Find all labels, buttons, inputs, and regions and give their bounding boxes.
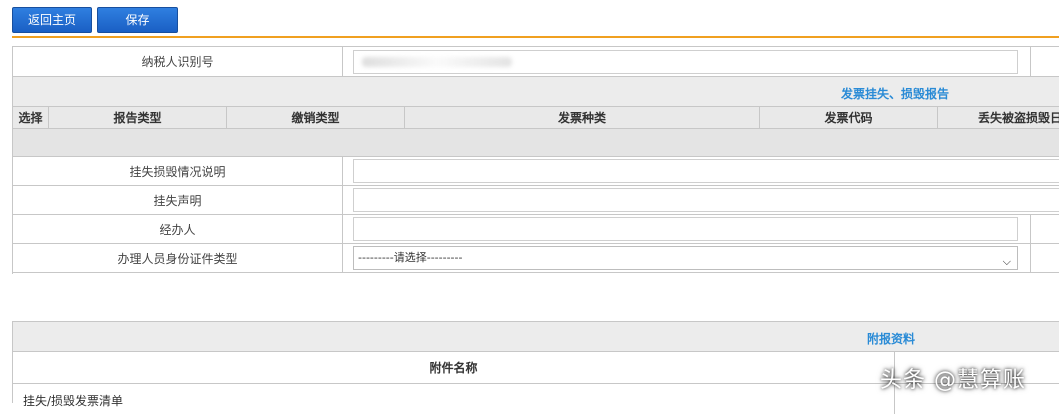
handler-label: 经办人 [13,215,343,243]
back-home-button[interactable]: 返回主页 [12,7,92,33]
situation-label: 挂失损毁情况说明 [13,157,343,185]
col-invoice-code: 发票代码 [760,107,938,128]
handler-row: 经办人 [13,215,1059,244]
attachments-title: 附报资料 [867,332,916,346]
chevron-down-icon: ⌵ [1002,255,1011,268]
save-button[interactable]: 保存 [97,7,178,33]
id-type-label: 办理人员身份证件类型 [13,244,343,272]
taxpayer-id-label: 纳税人识别号 [13,47,343,76]
col-select: 选择 [13,107,49,128]
handler-input[interactable] [353,217,1018,241]
id-type-row: 办理人员身份证件类型 ---------请选择--------- ⌵ [13,244,1059,273]
report-form: 纳税人识别号 发票挂失、损毁报告 选择 报告类型 缴销类型 发票种类 发票代码 … [12,46,1059,274]
id-type-selected-value: ---------请选择--------- [358,251,463,264]
col-invoice-kind: 发票种类 [405,107,760,128]
col-cancel-type: 缴销类型 [227,107,405,128]
report-table-header: 选择 报告类型 缴销类型 发票种类 发票代码 丢失被盗损毁日 [13,107,1059,129]
col-report-type: 报告类型 [49,107,227,128]
col-loss-date: 丢失被盗损毁日 [978,111,1059,125]
taxpayer-id-row: 纳税人识别号 [13,47,1059,77]
report-empty-row [13,129,1059,157]
report-section-title: 发票挂失、损毁报告 [841,87,950,101]
attachments-header: 附报资料 [13,322,1059,352]
situation-input[interactable] [353,159,1059,183]
situation-row: 挂失损毁情况说明 [13,157,1059,186]
statement-row: 挂失声明 [13,186,1059,215]
handler-cell [343,215,1031,243]
statement-input[interactable] [353,188,1059,212]
redacted-value [362,57,512,67]
id-type-cell: ---------请选择--------- ⌵ [343,244,1031,272]
attachment-row-name: 挂失/损毁发票清单 [13,384,895,414]
watermark: 头条 @慧算账 [880,368,1026,393]
id-type-select[interactable]: ---------请选择--------- ⌵ [353,246,1018,270]
col-attachment-name: 附件名称 [13,352,895,383]
statement-label: 挂失声明 [13,186,343,214]
divider [12,36,1059,38]
report-section-header: 发票挂失、损毁报告 [13,77,1059,107]
taxpayer-id-input[interactable] [353,50,1018,74]
taxpayer-id-cell [343,47,1031,76]
